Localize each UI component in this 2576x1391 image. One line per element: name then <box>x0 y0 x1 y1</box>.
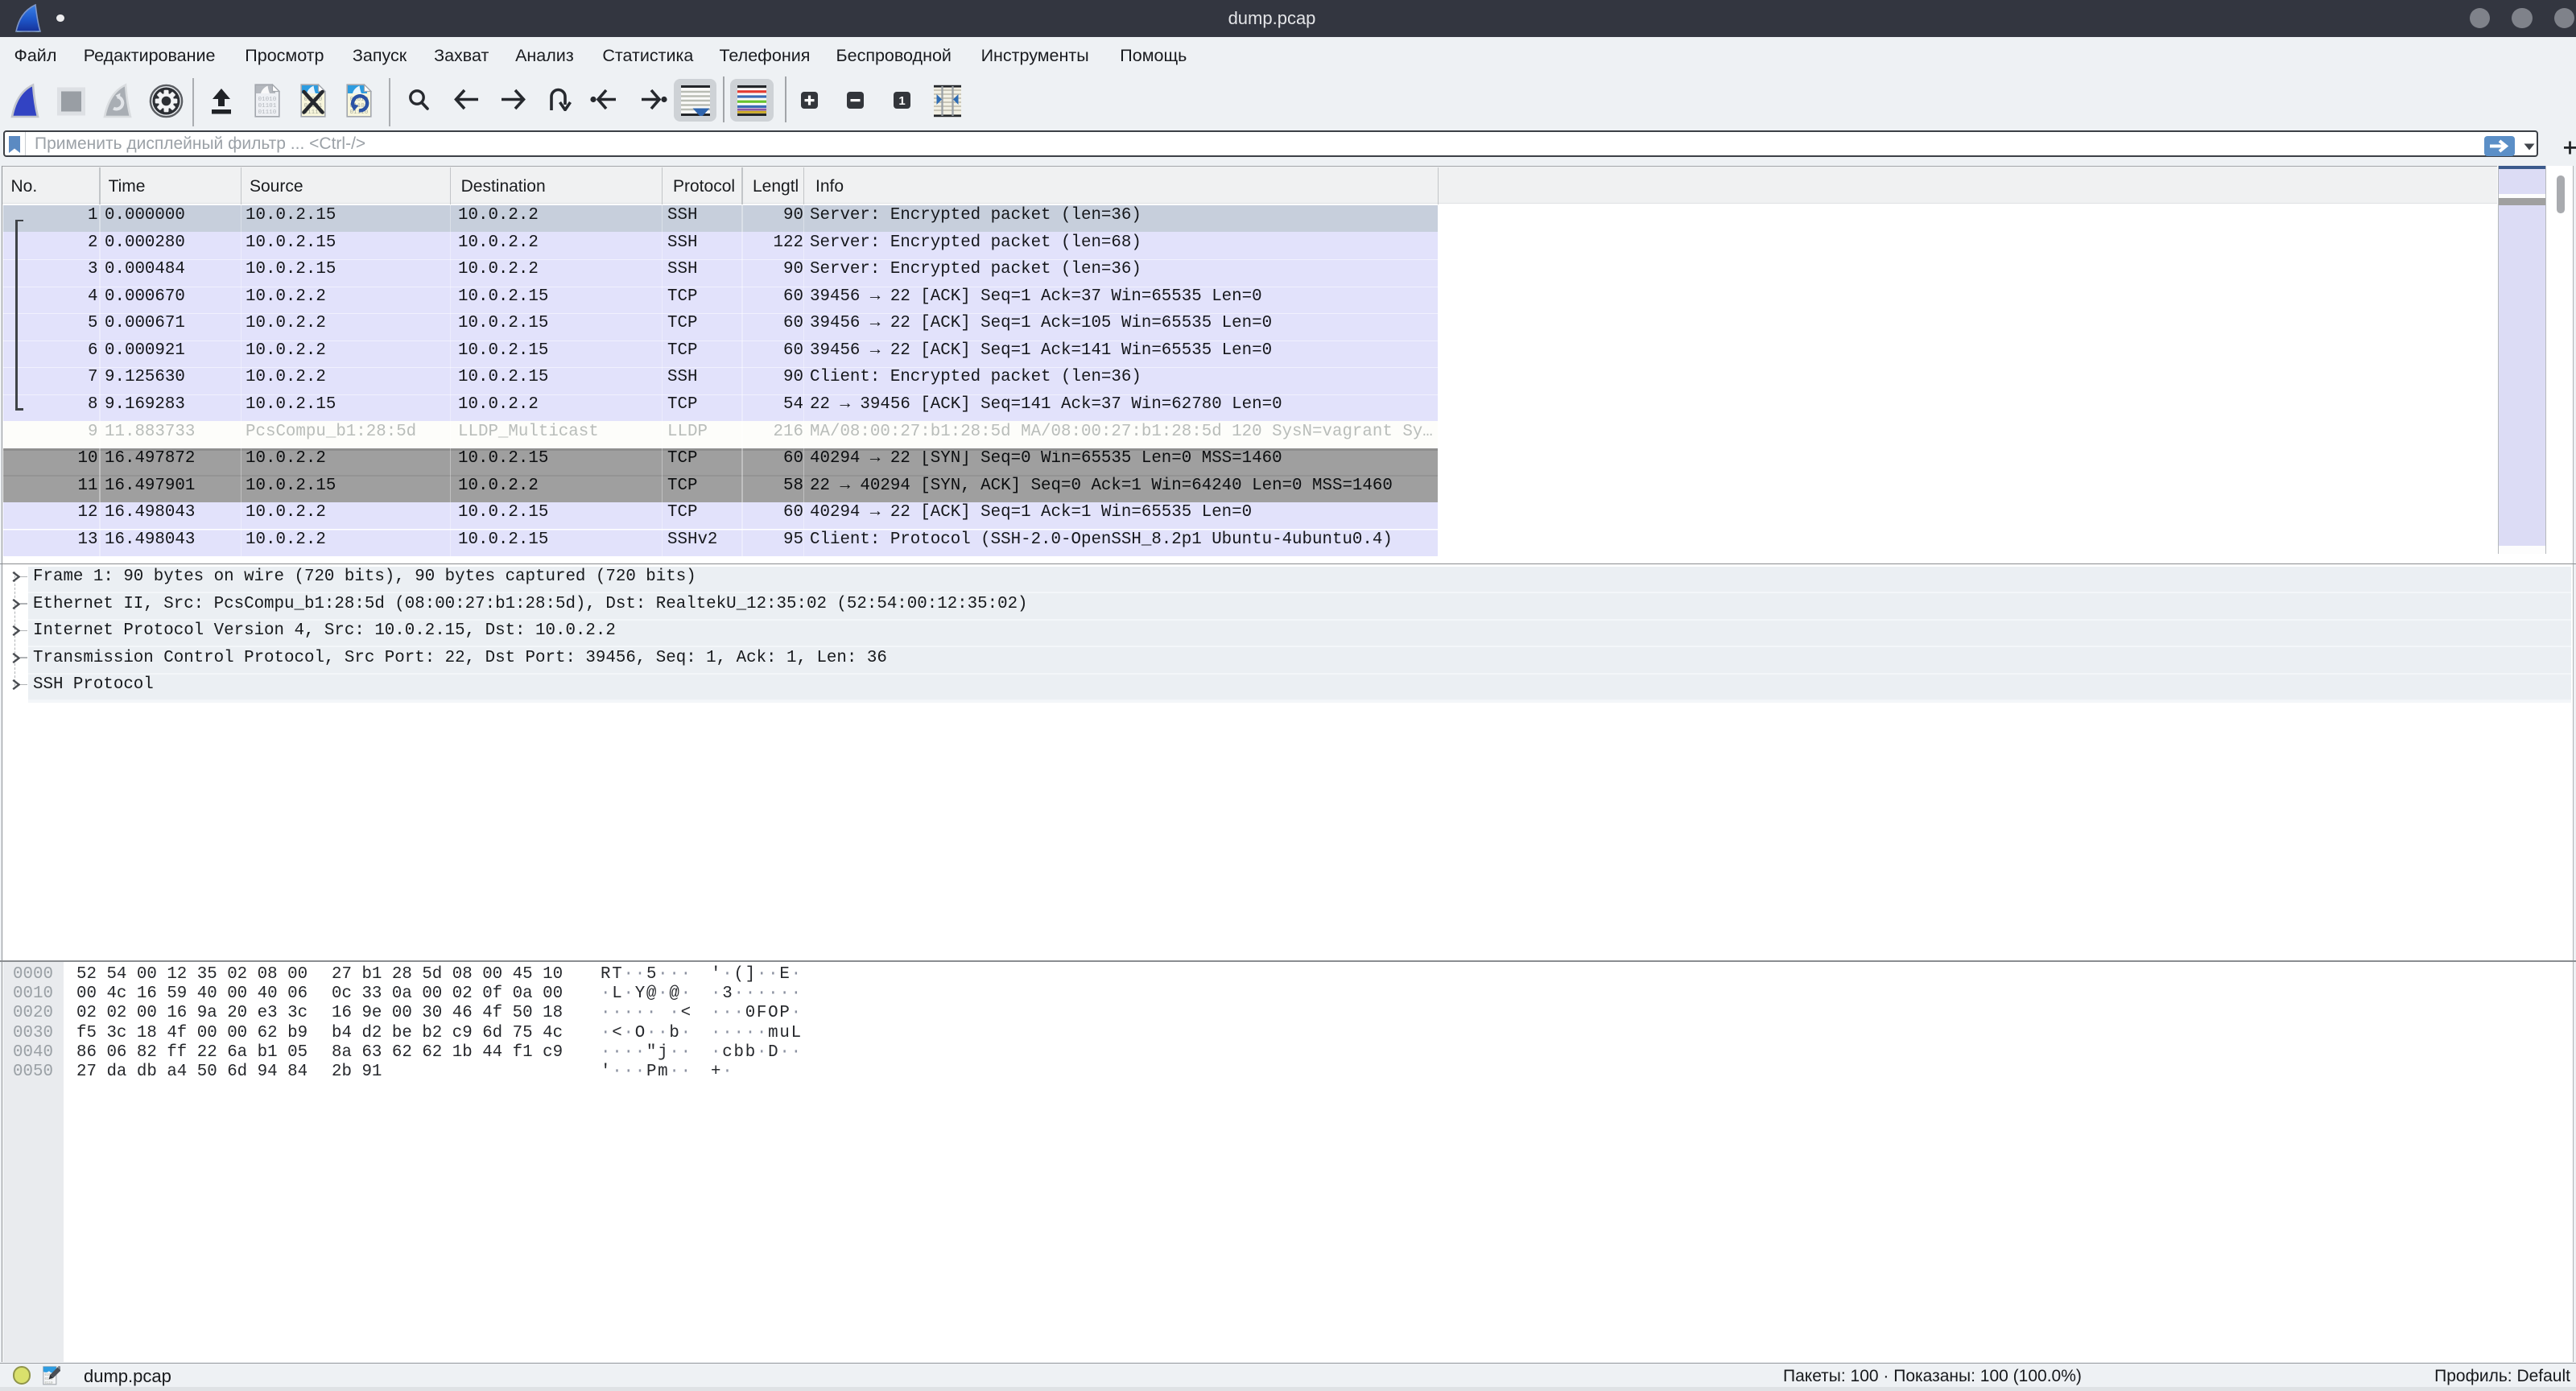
svg-text:1: 1 <box>898 94 905 108</box>
svg-text:0110: 0110 <box>45 1382 54 1385</box>
svg-text:01110: 01110 <box>258 109 277 116</box>
svg-text:01101: 01101 <box>258 103 277 109</box>
svg-text:0110: 0110 <box>45 1378 54 1381</box>
svg-text:01010: 01010 <box>258 97 277 103</box>
